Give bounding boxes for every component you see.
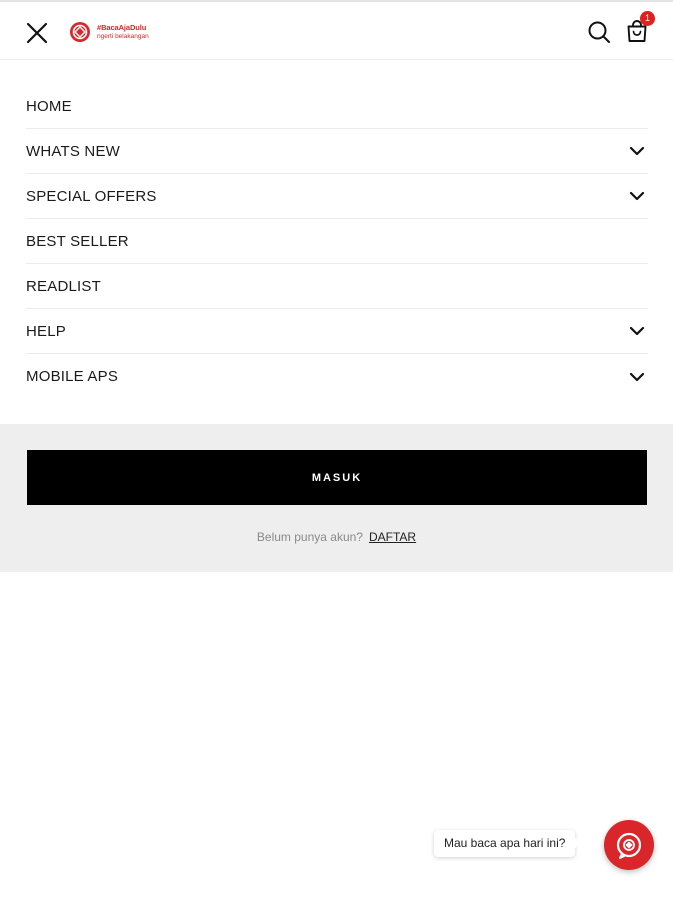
chevron-down-icon [629,191,645,201]
page: #BacaAjaDulu ngerti belakangan 1 HOME WH… [0,0,673,900]
header: #BacaAjaDulu ngerti belakangan 1 [0,0,673,60]
chevron-down-icon [629,372,645,381]
logo-mark-icon [70,22,90,42]
cart-count-badge: 1 [640,11,655,26]
logo-subtagline: ngerti belakangan [97,32,149,40]
chevron-down-icon [629,326,645,336]
menu-item-readlist[interactable]: READLIST [26,264,648,309]
nav-menu: HOME WHATS NEW SPECIAL OFFERS BEST SELLE… [26,84,648,399]
close-menu-button[interactable] [24,20,50,46]
menu-item-label: BEST SELLER [26,232,129,250]
menu-item-label: READLIST [26,277,101,295]
close-icon [26,22,48,44]
menu-item-mobile-aps[interactable]: MOBILE APS [26,354,648,399]
register-prompt-text: Belum punya akun? [256,530,363,544]
chat-prompt-bubble[interactable]: Mau baca apa hari ini? [434,830,582,857]
menu-item-label: MOBILE APS [26,368,119,385]
login-panel: MASUK Belum punya akun? DAFTAR [0,424,673,572]
menu-item-label: HELP [26,322,66,340]
brand-logo[interactable]: #BacaAjaDulu ngerti belakangan [69,20,149,44]
register-link[interactable]: DAFTAR [369,530,416,544]
menu-item-help[interactable]: HELP [26,309,648,354]
register-prompt: Belum punya akun? DAFTAR [0,530,673,544]
menu-item-special-offers[interactable]: SPECIAL OFFERS [26,174,648,219]
menu-item-label: SPECIAL OFFERS [26,187,157,205]
search-icon [588,21,610,43]
chat-icon [616,832,642,859]
menu-item-whats-new[interactable]: WHATS NEW [26,129,648,174]
chevron-down-icon [629,146,645,156]
chat-button[interactable] [604,820,654,870]
logo-tagline: #BacaAjaDulu [97,23,147,32]
search-button[interactable] [586,19,612,45]
menu-item-home[interactable]: HOME [26,84,648,129]
login-button[interactable]: MASUK [27,450,647,505]
menu-item-label: HOME [26,97,72,115]
menu-item-best-seller[interactable]: BEST SELLER [26,219,648,264]
menu-item-label: WHATS NEW [26,142,121,160]
